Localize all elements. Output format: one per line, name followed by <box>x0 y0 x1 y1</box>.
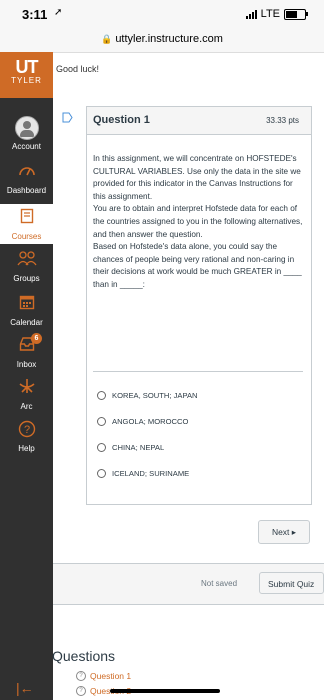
question-paragraph: Based on Hofstede's data alone, you coul… <box>93 242 302 289</box>
questions-heading: Questions <box>52 648 116 664</box>
question-title: Question 1 <box>93 114 150 126</box>
home-indicator[interactable] <box>110 689 220 693</box>
save-status: Not saved <box>201 579 238 588</box>
answer-option[interactable]: CHINA; NEPAL <box>97 443 164 452</box>
radio-button[interactable] <box>97 469 106 478</box>
global-nav-sidebar: UT TYLER Account Dashboard Courses Group… <box>0 52 53 700</box>
lock-icon: 🔒 <box>101 34 113 44</box>
nav-groups-label: Groups <box>13 274 40 283</box>
nav-help-label: Help <box>18 444 35 453</box>
nav-account[interactable]: Account <box>0 116 53 151</box>
question-nav-label: Question 1 <box>90 671 132 681</box>
nav-groups[interactable]: Groups <box>0 250 53 283</box>
groups-icon <box>0 250 53 272</box>
radio-button[interactable] <box>97 417 106 426</box>
url-text: uttyler.instructure.com <box>115 33 223 45</box>
question-paragraph: In this assignment, we will concentrate … <box>93 154 301 201</box>
svg-text:?: ? <box>23 424 29 436</box>
nav-account-label: Account <box>12 142 41 151</box>
nav-dashboard[interactable]: Dashboard <box>0 162 53 195</box>
logo-mark: UT <box>15 57 39 77</box>
question-nav-link[interactable]: ? Question 1 <box>76 671 131 681</box>
school-logo[interactable]: UT TYLER <box>0 52 53 98</box>
calendar-icon <box>0 294 53 316</box>
account-avatar <box>14 116 39 140</box>
inbox-badge: 6 <box>31 333 42 344</box>
question-header: Question 1 33.33 pts <box>87 107 311 135</box>
help-icon: ? <box>0 420 53 442</box>
answer-label: KOREA, SOUTH; JAPAN <box>112 391 198 400</box>
status-indicators: LTE <box>245 8 308 20</box>
question-paragraph: You are to obtain and interpret Hofstede… <box>93 204 303 239</box>
question-text: In this assignment, we will concentrate … <box>93 153 303 292</box>
nav-calendar[interactable]: Calendar <box>0 294 53 327</box>
status-time: 3:11 <box>22 7 48 22</box>
answer-label: CHINA; NEPAL <box>112 443 165 452</box>
question-status-icon: ? <box>76 686 86 696</box>
nav-arc-label: Arc <box>20 402 33 411</box>
radio-button[interactable] <box>97 391 106 400</box>
answer-label: ANGOLA; MOROCCO <box>112 417 189 426</box>
arc-icon <box>0 378 53 400</box>
nav-calendar-label: Calendar <box>10 318 43 327</box>
nav-inbox-label: Inbox <box>16 360 37 369</box>
inbox-icon <box>0 336 53 358</box>
answer-option[interactable]: KOREA, SOUTH; JAPAN <box>97 391 198 400</box>
nav-inbox[interactable]: 6 Inbox <box>0 333 53 369</box>
question-points: 33.33 pts <box>266 116 299 125</box>
carrier-label: LTE <box>260 8 280 20</box>
next-button[interactable]: Next ▸ <box>258 520 310 544</box>
signal-icon <box>245 9 257 19</box>
answer-option[interactable]: ICELAND; SURINAME <box>97 469 189 478</box>
nav-help[interactable]: ? Help <box>0 420 53 453</box>
dashboard-icon <box>0 162 53 184</box>
flag-question-icon[interactable] <box>62 112 73 123</box>
courses-icon <box>0 208 53 230</box>
quiz-intro-text: Good luck! <box>56 64 100 74</box>
radio-button[interactable] <box>97 443 106 452</box>
submit-quiz-button[interactable]: Submit Quiz <box>259 572 324 594</box>
battery-icon <box>284 8 308 20</box>
logo-sub: TYLER <box>11 76 42 85</box>
nav-dashboard-label: Dashboard <box>6 186 47 195</box>
location-arrow-icon: ➚ <box>54 7 63 18</box>
question-divider <box>93 371 303 372</box>
question-status-icon: ? <box>76 671 86 681</box>
nav-courses[interactable]: Courses <box>0 204 53 244</box>
answer-label: ICELAND; SURINAME <box>112 469 190 478</box>
answer-option[interactable]: ANGOLA; MOROCCO <box>97 417 188 426</box>
nav-arc[interactable]: Arc <box>0 378 53 411</box>
collapse-nav-icon[interactable]: |← <box>16 680 34 696</box>
url-bar[interactable]: 🔒 uttyler.instructure.com <box>0 28 324 53</box>
question-card: Question 1 33.33 pts In this assignment,… <box>86 106 312 505</box>
nav-courses-label: Courses <box>11 232 42 241</box>
status-bar: 3:11 ➚ LTE <box>0 0 324 28</box>
